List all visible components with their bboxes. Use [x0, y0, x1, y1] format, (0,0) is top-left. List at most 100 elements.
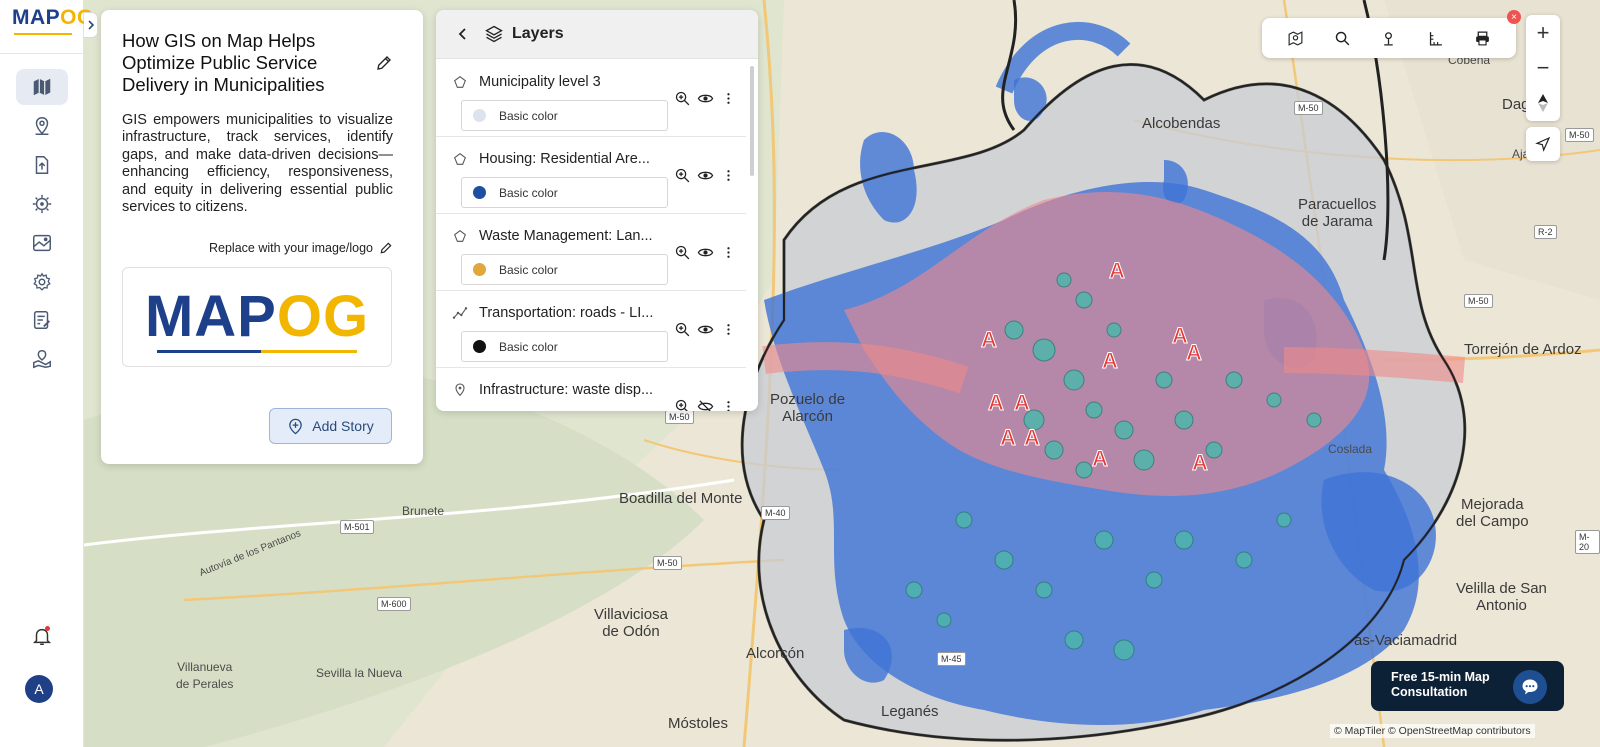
svg-text:A: A	[1186, 340, 1202, 365]
print-icon[interactable]	[1474, 30, 1491, 47]
notifications-button[interactable]	[16, 618, 68, 654]
color-label: Basic color	[499, 339, 558, 354]
more-vertical-icon[interactable]	[720, 398, 737, 411]
place-label: Villaviciosa de Odón	[594, 606, 668, 640]
back-arrow-icon[interactable]	[456, 27, 470, 41]
road-shield: M-40	[761, 506, 790, 520]
logo-underline-accent	[261, 350, 357, 353]
layer-actions	[674, 244, 737, 261]
compass-button[interactable]	[1526, 85, 1560, 120]
zoom-to-layer-icon[interactable]	[674, 321, 691, 338]
layer-item[interactable]: Municipality level 3 Basic color	[436, 60, 746, 137]
place-label: as-Vaciamadrid	[1354, 632, 1458, 649]
color-label: Basic color	[499, 262, 558, 277]
sidebar-item-analysis[interactable]	[16, 186, 68, 222]
layer-style-select[interactable]: Basic color	[461, 254, 668, 285]
sidebar-item-upload[interactable]	[16, 147, 68, 183]
place-label: Alcobendas	[1142, 115, 1221, 132]
road-shield: M-50	[665, 410, 694, 424]
pin-icon[interactable]	[1380, 30, 1397, 47]
place-label: Pozuelo de Alarcón	[770, 391, 846, 425]
story-description: GIS empowers municipalities to visualize…	[122, 112, 393, 216]
road-shield: M-501	[340, 520, 374, 534]
eye-off-icon[interactable]	[697, 398, 714, 411]
map-layers-icon[interactable]	[1287, 30, 1304, 47]
place-label: Coslada	[1328, 442, 1373, 456]
replace-logo-label: Replace with your image/logo	[209, 241, 373, 255]
sidebar-item-gallery[interactable]	[16, 225, 68, 261]
place-label: Velilla de San Antonio	[1456, 580, 1547, 614]
expand-panel-button[interactable]	[84, 12, 98, 38]
more-vertical-icon[interactable]	[720, 244, 737, 261]
more-vertical-icon[interactable]	[720, 90, 737, 107]
story-logo: MAPOG	[145, 288, 369, 346]
place-label: Paracuellos de Jarama	[1298, 196, 1377, 230]
layers-scrollbar[interactable]	[750, 66, 754, 176]
layer-actions	[674, 398, 737, 411]
report-edit-icon	[33, 311, 50, 329]
layer-item[interactable]: Waste Management: Lan... Basic color	[436, 214, 746, 291]
place-label: Mejorada del Campo	[1456, 496, 1529, 530]
sidebar-item-share[interactable]	[16, 341, 68, 377]
add-story-label: Add Story	[312, 418, 374, 434]
road-shield: M-20	[1575, 530, 1600, 554]
eye-icon[interactable]	[697, 321, 714, 338]
sidebar-item-locations[interactable]	[16, 108, 68, 144]
locate-me-button[interactable]	[1526, 127, 1560, 161]
search-icon[interactable]	[1334, 30, 1351, 47]
user-avatar[interactable]: A	[25, 675, 53, 703]
layers-header: Layers	[436, 10, 758, 59]
eye-icon[interactable]	[697, 167, 714, 184]
color-swatch	[473, 340, 486, 353]
sidebar-item-reports[interactable]	[16, 302, 68, 338]
svg-text:A: A	[1024, 425, 1040, 450]
zoom-controls: + −	[1526, 15, 1560, 121]
map-attribution[interactable]: © MapTiler © OpenStreetMap contributors	[1330, 724, 1535, 738]
map-photo-icon	[33, 234, 51, 252]
color-label: Basic color	[499, 108, 558, 123]
app-logo[interactable]: MAPOG	[12, 6, 94, 30]
add-story-button[interactable]: Add Story	[269, 408, 392, 444]
layer-item[interactable]: Transportation: roads - LI... Basic colo…	[436, 291, 746, 368]
logo-text: MAP	[12, 6, 61, 29]
layer-style-select[interactable]: Basic color	[461, 100, 668, 131]
consultation-button[interactable]: Free 15-min Map Consultation	[1371, 661, 1564, 711]
polygon-icon	[454, 230, 466, 242]
polygon-icon	[454, 76, 466, 88]
layer-style-select[interactable]: Basic color	[461, 177, 668, 208]
svg-text:A: A	[1192, 450, 1208, 475]
pencil-icon[interactable]	[375, 54, 393, 72]
layers-title: Layers	[512, 25, 564, 42]
zoom-to-layer-icon[interactable]	[674, 398, 691, 411]
layer-name: Housing: Residential Are...	[479, 151, 650, 167]
eye-icon[interactable]	[697, 90, 714, 107]
more-vertical-icon[interactable]	[720, 321, 737, 338]
eye-icon[interactable]	[697, 244, 714, 261]
file-upload-icon	[35, 156, 49, 174]
zoom-to-layer-icon[interactable]	[674, 90, 691, 107]
zoom-to-layer-icon[interactable]	[674, 167, 691, 184]
layer-actions	[674, 90, 737, 107]
layer-style-select[interactable]: Basic color	[461, 331, 668, 362]
color-swatch	[473, 109, 486, 122]
sidebar-item-settings[interactable]	[16, 264, 68, 300]
layer-name: Transportation: roads - LI...	[479, 305, 654, 321]
road-shield: R-2	[1534, 225, 1557, 239]
layer-name: Municipality level 3	[479, 74, 601, 90]
close-toolbar-button[interactable]: ×	[1507, 10, 1521, 24]
svg-text:A: A	[1102, 348, 1118, 373]
sidebar-item-maps[interactable]	[16, 69, 68, 105]
zoom-in-button[interactable]: +	[1526, 15, 1560, 50]
ruler-icon[interactable]	[1427, 30, 1444, 47]
layer-item[interactable]: Infrastructure: waste disp...	[436, 368, 746, 411]
zoom-out-button[interactable]: −	[1526, 50, 1560, 85]
replace-logo-row[interactable]: Replace with your image/logo	[209, 241, 393, 255]
place-label: Boadilla del Monte	[619, 490, 743, 507]
color-label: Basic color	[499, 185, 558, 200]
layer-name: Waste Management: Lan...	[479, 228, 653, 244]
map-icon	[33, 78, 51, 96]
layer-item[interactable]: Housing: Residential Are... Basic color	[436, 137, 746, 214]
navigation-arrow-icon	[1535, 136, 1551, 152]
zoom-to-layer-icon[interactable]	[674, 244, 691, 261]
more-vertical-icon[interactable]	[720, 167, 737, 184]
